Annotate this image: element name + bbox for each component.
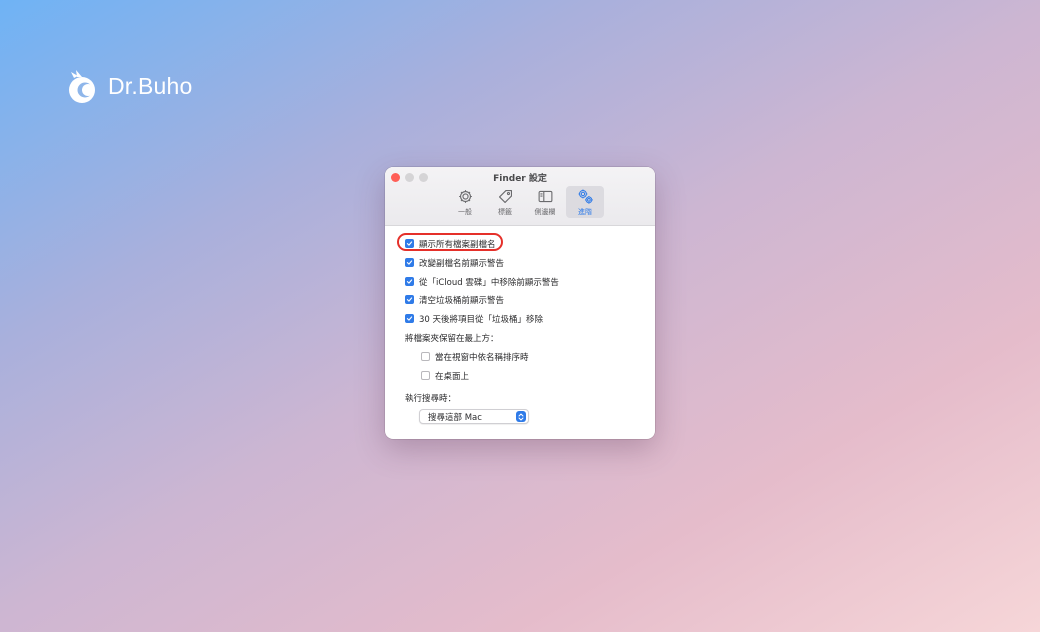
tab-tags[interactable]: 標籤 <box>486 186 524 218</box>
tab-sidebar[interactable]: 側邊欄 <box>526 186 564 218</box>
tab-general[interactable]: 一般 <box>446 186 484 218</box>
settings-toolbar: 一般 標籤 側邊欄 進階 <box>385 186 655 218</box>
sidebar-icon <box>538 190 552 202</box>
checkbox[interactable] <box>405 239 414 248</box>
checkbox[interactable] <box>405 314 414 323</box>
brand-name: Dr.Buho <box>108 72 193 99</box>
checkbox[interactable] <box>405 258 414 267</box>
option-label: 30 天後將項目從「垃圾桶」移除 <box>419 314 544 325</box>
checkbox[interactable] <box>421 352 430 361</box>
search-scope-select[interactable]: 搜尋這部 Mac <box>419 409 529 424</box>
option-warn-empty-trash[interactable]: 清空垃圾桶前顯示警告 <box>405 293 504 306</box>
option-label: 改變副檔名前顯示警告 <box>419 258 505 269</box>
gears-icon <box>578 189 593 204</box>
tab-advanced-label: 進階 <box>578 207 592 216</box>
advanced-settings-pane: 顯示所有檔案副檔名 改變副檔名前顯示警告 從「iCloud 雲碟」中移除前顯示警… <box>385 226 655 439</box>
checkbox[interactable] <box>405 295 414 304</box>
checkmark-icon <box>406 316 413 321</box>
option-show-extensions[interactable]: 顯示所有檔案副檔名 <box>405 237 496 250</box>
checkmark-icon <box>406 279 413 284</box>
option-label: 在桌面上 <box>435 371 470 382</box>
owl-logo-icon <box>69 70 95 103</box>
option-remove-trash-30-days[interactable]: 30 天後將項目從「垃圾桶」移除 <box>405 312 543 325</box>
option-folders-sort-by-name[interactable]: 當在視窗中依名稱排序時 <box>421 350 529 363</box>
brand-logo: Dr.Buho <box>64 66 193 106</box>
checkmark-icon <box>406 241 413 246</box>
option-label: 顯示所有檔案副檔名 <box>419 239 496 250</box>
checkmark-icon <box>406 260 413 265</box>
window-titlebar: Finder 設定 一般 標籤 側邊欄 進階 <box>385 167 655 226</box>
tab-advanced[interactable]: 進階 <box>566 186 604 218</box>
option-warn-icloud-remove[interactable]: 從「iCloud 雲碟」中移除前顯示警告 <box>405 275 559 288</box>
tab-sidebar-label: 側邊欄 <box>534 207 556 216</box>
option-warn-change-extension[interactable]: 改變副檔名前顯示警告 <box>405 256 504 269</box>
gear-icon <box>458 189 472 203</box>
search-scope-value: 搜尋這部 Mac <box>428 412 482 423</box>
option-label: 清空垃圾桶前顯示警告 <box>419 295 505 306</box>
tab-general-label: 一般 <box>458 207 472 216</box>
checkmark-icon <box>406 297 413 302</box>
chevron-updown-icon <box>516 411 526 422</box>
option-label: 從「iCloud 雲碟」中移除前顯示警告 <box>419 277 559 288</box>
finder-settings-window: Finder 設定 一般 標籤 側邊欄 進階 顯示所有檔案副檔名 改變副檔名前顯… <box>385 167 655 439</box>
folders-on-top-heading: 將檔案夾保留在最上方： <box>405 334 499 344</box>
tab-tags-label: 標籤 <box>498 207 512 216</box>
option-folders-on-desktop[interactable]: 在桌面上 <box>421 369 469 382</box>
tag-icon <box>498 189 512 203</box>
window-title: Finder 設定 <box>493 174 547 184</box>
checkbox[interactable] <box>421 371 430 380</box>
search-scope-heading: 執行搜尋時： <box>405 394 457 404</box>
option-label: 當在視窗中依名稱排序時 <box>435 352 529 363</box>
checkbox[interactable] <box>405 277 414 286</box>
